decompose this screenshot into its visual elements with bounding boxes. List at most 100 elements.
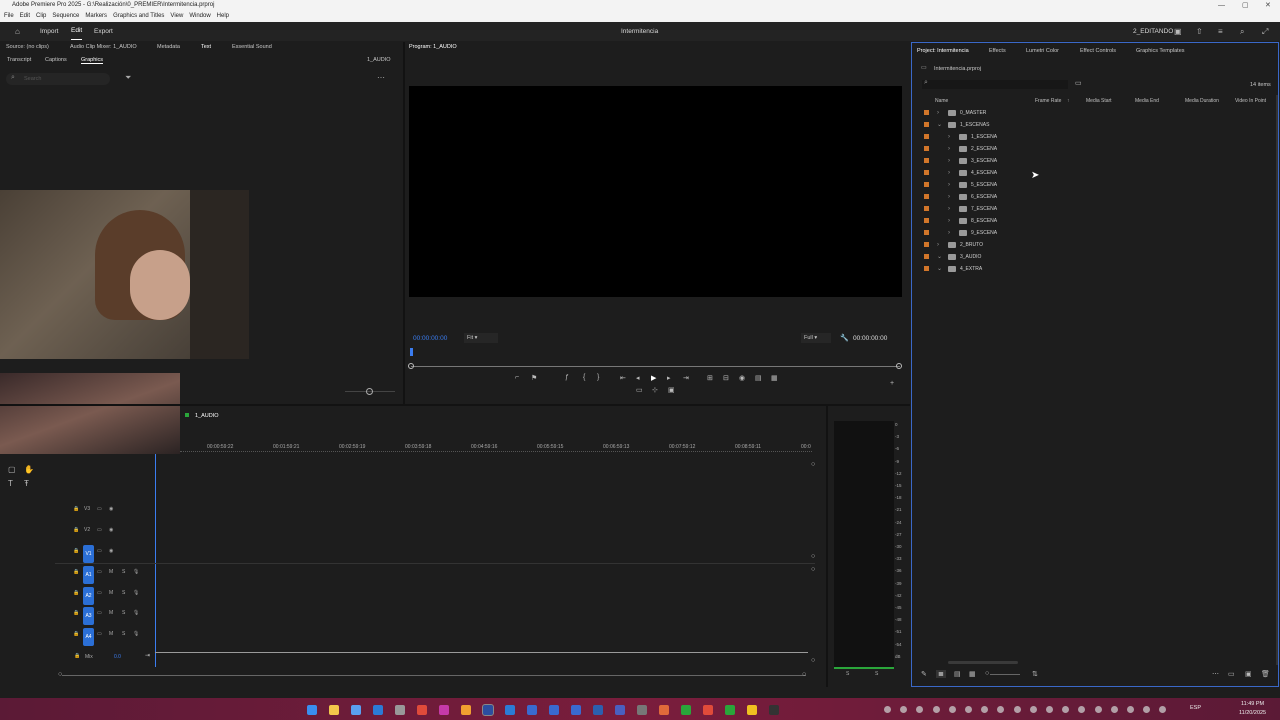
type-tool-icon[interactable]: T xyxy=(8,479,13,488)
label-color-swatch[interactable] xyxy=(924,122,929,127)
tray-icon[interactable] xyxy=(1029,706,1037,713)
eye-icon[interactable]: ◉ xyxy=(109,506,113,512)
proxy-icon[interactable]: ⊹ xyxy=(652,386,658,394)
maximize-icon[interactable]: ▢ xyxy=(1242,0,1249,11)
close-icon[interactable]: ✕ xyxy=(1265,0,1271,11)
multicam-icon[interactable]: ▣ xyxy=(668,386,675,394)
fullscreen-icon[interactable]: ⤢ xyxy=(1262,22,1268,41)
chevron-right-icon[interactable]: › xyxy=(948,131,950,143)
mute-icon[interactable]: M xyxy=(109,590,113,596)
track-label[interactable]: V2 xyxy=(84,527,90,533)
menu-help[interactable]: Help xyxy=(217,11,229,22)
brave-icon[interactable] xyxy=(417,705,427,715)
chevron-right-icon[interactable]: › xyxy=(948,179,950,191)
folder-icon[interactable] xyxy=(461,705,471,715)
chevron-right-icon[interactable]: › xyxy=(937,107,939,119)
menu-file[interactable]: File xyxy=(4,11,14,22)
tray-icon[interactable] xyxy=(1013,706,1021,713)
clock-time[interactable]: 11:49 PM xyxy=(1241,701,1264,707)
tab-transcript[interactable]: Transcript xyxy=(7,57,31,63)
mic-icon[interactable]: 🎙 xyxy=(133,631,139,637)
project-row[interactable]: › 2_BRUTO xyxy=(920,239,1260,251)
search-field[interactable]: ⌕ Search xyxy=(6,73,110,85)
premiere-rush-icon[interactable] xyxy=(527,705,537,715)
solo-icon[interactable]: S xyxy=(122,569,125,575)
tray-icon[interactable] xyxy=(965,706,972,713)
project-row[interactable]: › 4_ESCENA xyxy=(920,167,1260,179)
chevron-down-icon[interactable]: ⌄ xyxy=(937,251,942,263)
label-color-swatch[interactable] xyxy=(924,134,929,139)
panel-divider-meter[interactable] xyxy=(826,406,828,687)
project-row[interactable]: › 6_ESCENA xyxy=(920,191,1260,203)
meter-solo-left[interactable]: S xyxy=(846,671,849,677)
meter-solo-right[interactable]: S xyxy=(875,671,878,677)
icon-view-icon[interactable]: ▤ xyxy=(954,670,961,678)
chevron-right-icon[interactable]: › xyxy=(948,155,950,167)
chevron-down-icon[interactable]: ⌄ xyxy=(937,119,942,131)
chevron-down-icon[interactable]: ⌄ xyxy=(937,263,942,275)
solo-icon[interactable]: S xyxy=(122,610,125,616)
tray-icon[interactable] xyxy=(884,706,891,713)
project-row[interactable]: › 1_ESCENA xyxy=(920,131,1260,143)
chevron-right-icon[interactable]: › xyxy=(948,203,950,215)
mute-icon[interactable]: M xyxy=(109,631,113,637)
app-icon-3[interactable] xyxy=(725,705,735,715)
menu-view[interactable]: View xyxy=(170,11,183,22)
hand-tool-icon[interactable]: ✋ xyxy=(24,465,34,474)
project-row[interactable]: ⌄ 1_ESCENAS xyxy=(920,119,1260,131)
lightroom-icon[interactable] xyxy=(571,705,581,715)
col-name[interactable]: Name xyxy=(935,98,948,104)
playhead-marker[interactable] xyxy=(410,348,413,356)
tab-text[interactable]: Text xyxy=(201,44,211,50)
v-scroll-top-handle[interactable]: ○ xyxy=(811,461,815,468)
track-label[interactable]: V3 xyxy=(84,506,90,512)
a-scroll-top-handle[interactable]: ○ xyxy=(811,566,815,573)
label-color-swatch[interactable] xyxy=(924,146,929,151)
menu-sequence[interactable]: Sequence xyxy=(52,11,79,22)
new-bin-bottom-icon[interactable]: ▭ xyxy=(1228,670,1235,678)
app-icon-2[interactable] xyxy=(659,705,669,715)
hscroll-right-handle[interactable]: ○ xyxy=(802,671,806,678)
wrench-icon[interactable]: 🔧 xyxy=(840,334,849,342)
tab-source[interactable]: Source: (no clips) xyxy=(6,44,49,50)
tab-sequence[interactable]: 1_AUDIO xyxy=(195,413,219,419)
sync-lock-icon[interactable]: ▭ xyxy=(97,610,102,616)
app-icon[interactable] xyxy=(615,705,625,715)
mic-icon[interactable]: 🎙 xyxy=(133,590,139,596)
rectangle-tool-icon[interactable]: ▢ xyxy=(8,465,16,474)
sync-lock-icon[interactable]: ▭ xyxy=(97,548,102,554)
mute-icon[interactable]: M xyxy=(109,610,113,616)
label-color-swatch[interactable] xyxy=(924,230,929,235)
sort-icon[interactable]: ↑ xyxy=(1067,98,1070,104)
go-to-in-icon[interactable]: ⇤ xyxy=(620,374,626,382)
tray-icon[interactable] xyxy=(1046,706,1053,713)
panel-divider-horizontal[interactable] xyxy=(0,404,910,406)
notepad-icon[interactable] xyxy=(395,705,405,715)
project-row[interactable]: › 5_ESCENA xyxy=(920,179,1260,191)
tab-program[interactable]: Program: 1_AUDIO xyxy=(409,44,457,50)
new-item-icon[interactable]: ▣ xyxy=(1245,670,1252,678)
file-explorer-icon[interactable] xyxy=(329,705,339,715)
menu-window[interactable]: Window xyxy=(189,11,210,22)
scrub-start-handle[interactable] xyxy=(408,363,414,369)
edge-icon[interactable] xyxy=(373,705,383,715)
panel-divider[interactable] xyxy=(403,42,405,404)
sync-lock-icon[interactable]: ▭ xyxy=(97,527,102,533)
chrome-icon[interactable] xyxy=(703,705,713,715)
mark-out-icon[interactable]: } xyxy=(597,374,599,381)
hscroll-left-handle[interactable]: ○ xyxy=(58,671,62,678)
text-box-tool-icon[interactable]: Ŧ xyxy=(24,479,29,488)
col-video-in[interactable]: Video In Point xyxy=(1235,98,1266,104)
tab-audio-mixer[interactable]: Audio Clip Mixer: 1_AUDIO xyxy=(70,44,137,50)
clock-date[interactable]: 11/20/2025 xyxy=(1239,710,1266,716)
a-scroll-bottom-handle[interactable]: ○ xyxy=(811,657,815,664)
spotify-icon[interactable] xyxy=(681,705,691,715)
mix-lock-icon[interactable]: 🔒 xyxy=(74,653,80,659)
add-button-icon[interactable]: + xyxy=(890,380,894,387)
tab-effects[interactable]: Effects xyxy=(989,48,1006,54)
windows-start-icon[interactable] xyxy=(307,705,317,715)
mark-in-icon[interactable]: { xyxy=(583,374,585,381)
files-icon[interactable] xyxy=(351,705,361,715)
app-icon-4[interactable] xyxy=(747,705,757,715)
premiere-icon[interactable] xyxy=(482,704,494,716)
